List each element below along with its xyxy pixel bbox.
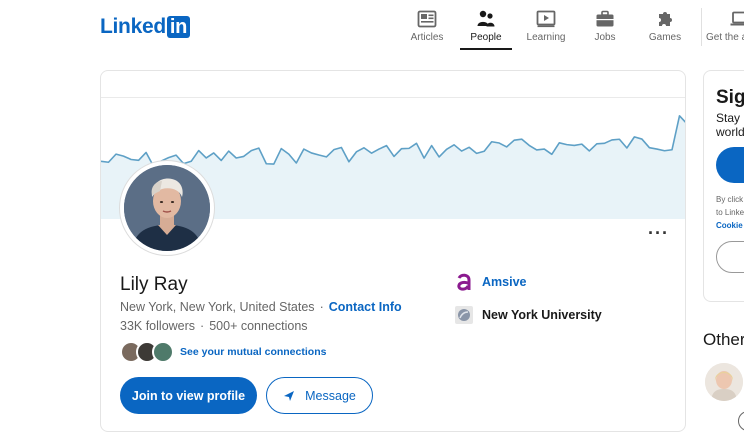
nav-people[interactable]: People: [458, 10, 514, 50]
nyu-logo: [455, 306, 473, 324]
linkedin-logo[interactable]: Linked in: [100, 15, 191, 39]
profile-name: Lily Ray: [120, 274, 188, 295]
profile-photo: [124, 165, 210, 251]
profile-stats-line: 33K followers · 500+ connections: [120, 319, 308, 333]
profile-avatar: [120, 161, 214, 255]
articles-icon: [417, 10, 437, 28]
other-profile-action-button[interactable]: [738, 411, 744, 431]
nav-jobs[interactable]: Jobs: [577, 10, 633, 48]
sign-in-primary-button[interactable]: [716, 147, 744, 183]
games-icon: [659, 12, 672, 26]
nav-get-app-label: Get the app: [706, 32, 744, 43]
legal-body: By click to Linke: [716, 195, 744, 217]
logo-text: Linked: [100, 15, 166, 38]
nav-games[interactable]: Games: [637, 10, 693, 48]
nav-learning-label: Learning: [526, 32, 566, 43]
more-options-icon[interactable]: ···: [648, 224, 669, 242]
profile-location: New York, New York, United States: [120, 300, 315, 314]
amsive-logo: [455, 273, 473, 291]
sign-in-subtitle: Stay u world: [716, 111, 744, 139]
message-button[interactable]: Message: [266, 377, 373, 414]
followers-count: 33K followers: [120, 319, 196, 333]
nav-divider: [701, 8, 702, 46]
profile-location-line: New York, New York, United States · Contac…: [120, 300, 402, 314]
top-nav: Linked in Articles People Learning Jobs G…: [0, 0, 744, 52]
connections-count: 500+ connections: [209, 319, 308, 333]
cookie-link[interactable]: Cookie: [716, 221, 743, 230]
nav-games-label: Games: [648, 32, 682, 43]
mutual-avatar: [152, 341, 174, 363]
legal-text: By click to Linke Cookie: [716, 193, 744, 232]
org-name: New York University: [482, 308, 602, 322]
jobs-icon: [596, 10, 614, 27]
nav-articles[interactable]: Articles: [399, 10, 455, 48]
sign-in-card: Sign Stay u world By click to Linke Cook…: [703, 70, 744, 302]
org-current-company[interactable]: Amsive: [455, 273, 526, 291]
nav-people-label: People: [470, 32, 502, 43]
join-to-view-profile-button[interactable]: Join to view profile: [120, 377, 257, 414]
mutual-connections[interactable]: See your mutual connections: [120, 341, 326, 363]
other-profile-avatar[interactable]: [705, 363, 743, 401]
logo-in-box: in: [166, 16, 191, 38]
sign-in-secondary-button[interactable]: [716, 241, 744, 273]
message-button-label: Message: [305, 388, 356, 403]
learning-icon: [536, 10, 556, 28]
nav-jobs-label: Jobs: [594, 32, 616, 43]
others-heading: Other: [703, 330, 744, 349]
other-profile-photo: [705, 363, 743, 401]
nav-learning[interactable]: Learning: [518, 10, 574, 48]
sign-in-title: Sign: [716, 87, 744, 108]
nav-get-app[interactable]: Get the app: [706, 10, 744, 48]
laptop-icon: [730, 11, 744, 26]
mutual-connections-link[interactable]: See your mutual connections: [180, 346, 326, 358]
nav-articles-label: Articles: [410, 32, 444, 43]
separator-dot: ·: [200, 319, 205, 333]
send-icon: [284, 390, 295, 401]
contact-info-link[interactable]: Contact Info: [329, 300, 402, 314]
separator-dot: ·: [319, 300, 324, 314]
org-name: Amsive: [482, 275, 527, 289]
org-education[interactable]: New York University: [455, 306, 602, 324]
people-icon: [477, 10, 495, 27]
